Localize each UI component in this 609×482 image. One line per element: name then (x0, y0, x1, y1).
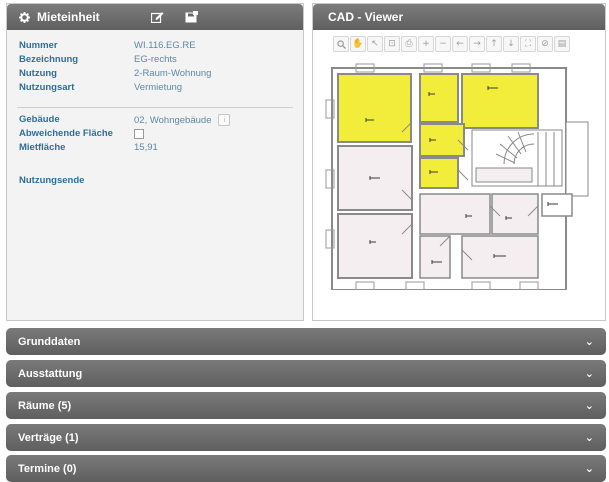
cad-viewer-header: CAD - Viewer (313, 4, 605, 30)
edit-icon[interactable] (150, 11, 164, 23)
room[interactable] (419, 193, 491, 235)
room-highlighted[interactable] (419, 123, 465, 157)
field-gebaeude: Gebäude 02, Wohngebäude i (19, 114, 231, 126)
section-vertraege[interactable]: Verträge (1) ⌄ (6, 424, 606, 451)
room-highlighted[interactable] (461, 73, 539, 129)
abweichende-flaeche-checkbox[interactable] (134, 128, 144, 139)
room[interactable] (491, 193, 539, 235)
field-label: Gebäude (19, 114, 60, 125)
room-highlighted[interactable] (419, 73, 459, 123)
field-label: Nummer (19, 40, 58, 51)
gear-icon[interactable] (17, 11, 31, 23)
field-label: Bezeichnung (19, 54, 79, 65)
chevron-down-icon: ⌄ (584, 367, 594, 380)
pan-hand-icon[interactable]: ✋ (350, 36, 366, 52)
divider (17, 107, 293, 108)
pan-left-icon[interactable]: ← (452, 36, 468, 52)
mieteinheit-header: Mieteinheit (7, 4, 303, 30)
zoom-in-icon[interactable]: + (418, 36, 434, 52)
document-icon[interactable]: ▤ (554, 36, 570, 52)
field-bezeichnung: Bezeichnung EG-rechts (19, 54, 177, 65)
chevron-down-icon: ⌄ (584, 399, 594, 412)
floorplan[interactable] (322, 60, 592, 290)
field-label: Nutzungsart (19, 82, 75, 93)
field-label: Nutzung (19, 68, 57, 79)
field-value: 15,91 (134, 142, 158, 153)
section-label: Grunddaten (18, 335, 81, 348)
staircase (471, 129, 563, 187)
section-label: Verträge (1) (18, 431, 79, 444)
section-ausstattung[interactable]: Ausstattung ⌄ (6, 360, 606, 387)
print-icon[interactable]: ⎙ (401, 36, 417, 52)
room[interactable] (419, 235, 451, 279)
cad-viewer-title: CAD - Viewer (328, 10, 404, 24)
room-highlighted[interactable] (337, 73, 412, 143)
field-nutzungsart: Nutzungsart Vermietung (19, 82, 182, 93)
chevron-down-icon: ⌄ (584, 462, 594, 475)
save-icon[interactable] (184, 11, 198, 23)
field-label: Nutzungsende (19, 175, 85, 186)
pan-right-icon[interactable]: → (469, 36, 485, 52)
cad-toolbar: ✋ ↖ ⊡ ⎙ + − ← → ↑ ↓ ⛶ ⊘ ▤ (333, 36, 570, 52)
field-nutzung: Nutzung 2-Raum-Wohnung (19, 68, 211, 79)
field-value: 02, Wohngebäude (134, 114, 212, 126)
info-icon[interactable]: i (218, 114, 231, 126)
section-label: Termine (0) (18, 462, 77, 475)
field-value: 2-Raum-Wohnung (134, 68, 212, 79)
field-label: Mietfläche (19, 142, 66, 153)
chevron-down-icon: ⌄ (584, 335, 594, 348)
section-termine[interactable]: Termine (0) ⌄ (6, 455, 606, 482)
room-highlighted[interactable] (419, 157, 459, 189)
pan-down-icon[interactable]: ↓ (503, 36, 519, 52)
section-raeume[interactable]: Räume (5) ⌄ (6, 392, 606, 419)
zoom-icon[interactable] (333, 36, 349, 52)
room[interactable] (541, 193, 573, 217)
section-grunddaten[interactable]: Grunddaten ⌄ (6, 328, 606, 355)
field-mietflaeche: Mietfläche 15,91 (19, 142, 158, 153)
section-label: Räume (5) (18, 399, 72, 412)
reset-icon[interactable]: ⊘ (537, 36, 553, 52)
zoom-out-icon[interactable]: − (435, 36, 451, 52)
mieteinheit-panel: Mieteinheit Nummer WI.116.EG.RE Bezeichn… (6, 3, 304, 321)
zoom-window-icon[interactable]: ⊡ (384, 36, 400, 52)
room[interactable] (337, 213, 413, 279)
pan-up-icon[interactable]: ↑ (486, 36, 502, 52)
field-nummer: Nummer WI.116.EG.RE (19, 40, 196, 51)
select-arrow-icon[interactable]: ↖ (367, 36, 383, 52)
field-abweichende-flaeche: Abweichende Fläche (19, 128, 144, 139)
chevron-down-icon: ⌄ (584, 431, 594, 444)
mieteinheit-title: Mieteinheit (37, 10, 100, 24)
field-value: WI.116.EG.RE (134, 40, 196, 51)
section-label: Ausstattung (18, 367, 83, 380)
field-label: Abweichende Fläche (19, 128, 113, 139)
room[interactable] (461, 235, 539, 279)
cad-viewer-panel: CAD - Viewer ✋ ↖ ⊡ ⎙ + − ← → ↑ ↓ ⛶ ⊘ ▤ (312, 3, 606, 321)
field-nutzungsende: Nutzungsende (19, 175, 134, 186)
field-value: EG-rechts (134, 54, 177, 65)
fit-extent-icon[interactable]: ⛶ (520, 36, 536, 52)
field-value: Vermietung (134, 82, 183, 93)
